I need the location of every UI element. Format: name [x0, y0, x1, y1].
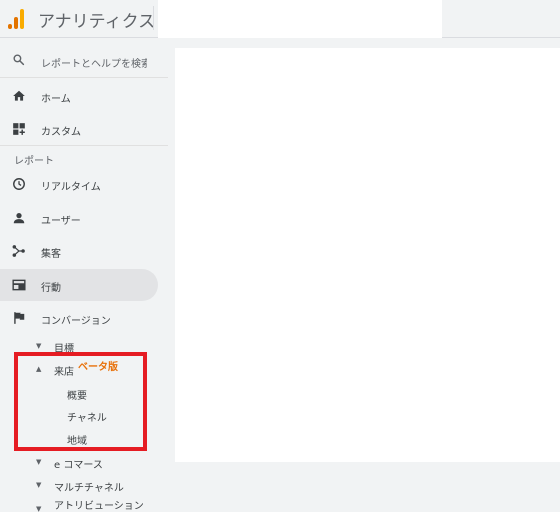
sidebar-subitem-multichannel[interactable]: ▼ マルチチャネル: [0, 475, 168, 495]
sidebar-item-users[interactable]: ユーザー: [0, 202, 158, 234]
sidebar-item-label: 行動: [41, 283, 61, 294]
flag-icon: [12, 311, 26, 325]
acquisition-icon: [12, 244, 26, 258]
dashboard-custom-icon: [12, 122, 26, 136]
person-icon: [12, 211, 26, 225]
section-label-reports: レポート: [14, 156, 54, 167]
sidebar-subitem-label: アトリビューション: [54, 501, 144, 512]
sidebar-item-label: ホーム: [41, 94, 71, 105]
sidebar-item-conversions[interactable]: コンバージョン: [0, 302, 158, 334]
search-input[interactable]: レポートとヘルプを検索: [0, 42, 168, 78]
title-divider: [153, 6, 154, 30]
home-icon: [12, 89, 26, 103]
sidebar-item-label: 集客: [41, 249, 61, 260]
main-content-area: [175, 48, 560, 462]
expand-arrow-icon: ▼: [36, 458, 42, 466]
sidebar-item-label: コンバージョン: [41, 316, 111, 327]
search-placeholder: レポートとヘルプを検索: [41, 59, 147, 70]
sidebar-item-label: カスタム: [41, 127, 81, 138]
expand-arrow-icon: ▼: [36, 505, 42, 512]
behavior-icon: [12, 278, 26, 292]
sidebar-item-acquisition[interactable]: 集客: [0, 235, 158, 267]
clock-icon: [12, 177, 26, 191]
sidebar-subitem-ecommerce[interactable]: ▼ e コマース: [0, 452, 168, 472]
sidebar-subitem-label: e コマース: [54, 460, 103, 471]
expand-arrow-icon: ▼: [36, 342, 42, 350]
highlight-annotation-box: [14, 352, 147, 451]
top-bar: アナリティクス: [0, 0, 560, 38]
search-icon: [12, 53, 25, 66]
account-selector[interactable]: [158, 0, 442, 38]
sidebar-item-custom[interactable]: カスタム: [0, 113, 158, 145]
sidebar-item-realtime[interactable]: リアルタイム: [0, 168, 158, 200]
sidebar-item-label: リアルタイム: [41, 182, 101, 193]
analytics-logo-icon[interactable]: [8, 7, 28, 29]
sidebar-item-label: ユーザー: [41, 216, 81, 227]
sidebar-subitem-label: マルチチャネル: [54, 483, 124, 494]
sidebar-item-home[interactable]: ホーム: [0, 80, 158, 112]
sidebar-subitem-attribution[interactable]: ▼ アトリビューション: [0, 495, 168, 512]
sidebar-item-behavior[interactable]: 行動: [0, 269, 158, 301]
divider: [0, 145, 168, 146]
app-title: アナリティクス: [38, 12, 156, 32]
expand-arrow-icon: ▼: [36, 481, 42, 489]
